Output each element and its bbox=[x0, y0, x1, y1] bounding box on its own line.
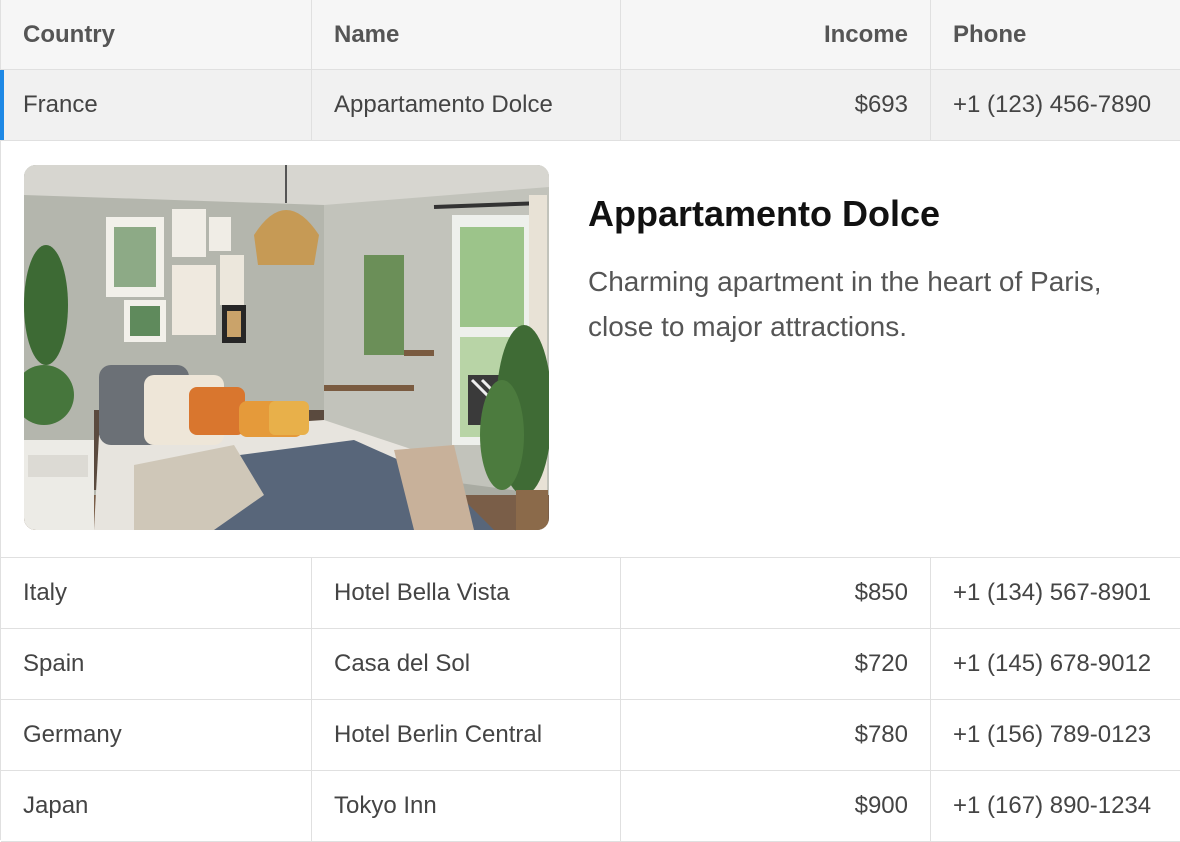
cell-name: Casa del Sol bbox=[312, 629, 621, 699]
cell-name: Hotel Berlin Central bbox=[312, 700, 621, 770]
apartment-photo bbox=[24, 165, 549, 530]
column-header-phone[interactable]: Phone bbox=[931, 0, 1180, 69]
cell-income: $900 bbox=[621, 771, 931, 841]
cell-name: Hotel Bella Vista bbox=[312, 558, 621, 628]
cell-country: Spain bbox=[1, 629, 312, 699]
table-row[interactable]: Germany Hotel Berlin Central $780 +1 (15… bbox=[1, 700, 1180, 771]
detail-title: Appartamento Dolce bbox=[588, 193, 941, 234]
grid-header-row: Country Name Income Phone bbox=[1, 0, 1180, 70]
cell-income: $780 bbox=[621, 700, 931, 770]
table-row[interactable]: Italy Hotel Bella Vista $850 +1 (134) 56… bbox=[1, 558, 1180, 629]
cell-income: $850 bbox=[621, 558, 931, 628]
data-grid: Country Name Income Phone France Apparta… bbox=[0, 0, 1180, 842]
detail-description: Charming apartment in the heart of Paris… bbox=[588, 266, 1102, 342]
column-header-country[interactable]: Country bbox=[1, 0, 312, 69]
selected-table-row[interactable]: France Appartamento Dolce $693 +1 (123) … bbox=[0, 70, 1180, 141]
table-row[interactable]: Spain Casa del Sol $720 +1 (145) 678-901… bbox=[1, 629, 1180, 700]
column-header-income[interactable]: Income bbox=[621, 0, 931, 69]
cell-phone: +1 (134) 567-8901 bbox=[953, 579, 1152, 606]
cell-income: $693 bbox=[621, 70, 931, 140]
cell-country: Germany bbox=[1, 700, 312, 770]
cell-name: Tokyo Inn bbox=[312, 771, 621, 841]
cell-phone: +1 (167) 890-1234 bbox=[953, 792, 1152, 819]
column-header-name[interactable]: Name bbox=[312, 0, 621, 69]
table-row[interactable]: Japan Tokyo Inn $900 +1 (167) 890-1234 bbox=[1, 771, 1180, 842]
cell-country: France bbox=[1, 70, 312, 140]
master-detail-panel: Appartamento Dolce Charming apartment in… bbox=[1, 141, 1180, 558]
cell-income: $720 bbox=[621, 629, 931, 699]
cell-country: Japan bbox=[1, 771, 312, 841]
cell-phone: +1 (156) 789-0123 bbox=[953, 721, 1152, 748]
cell-name: Appartamento Dolce bbox=[312, 70, 621, 140]
cell-phone: +1 (145) 678-9012 bbox=[953, 650, 1152, 677]
cell-phone: +1 (123) 456-7890 bbox=[953, 91, 1152, 118]
cell-country: Italy bbox=[1, 558, 312, 628]
